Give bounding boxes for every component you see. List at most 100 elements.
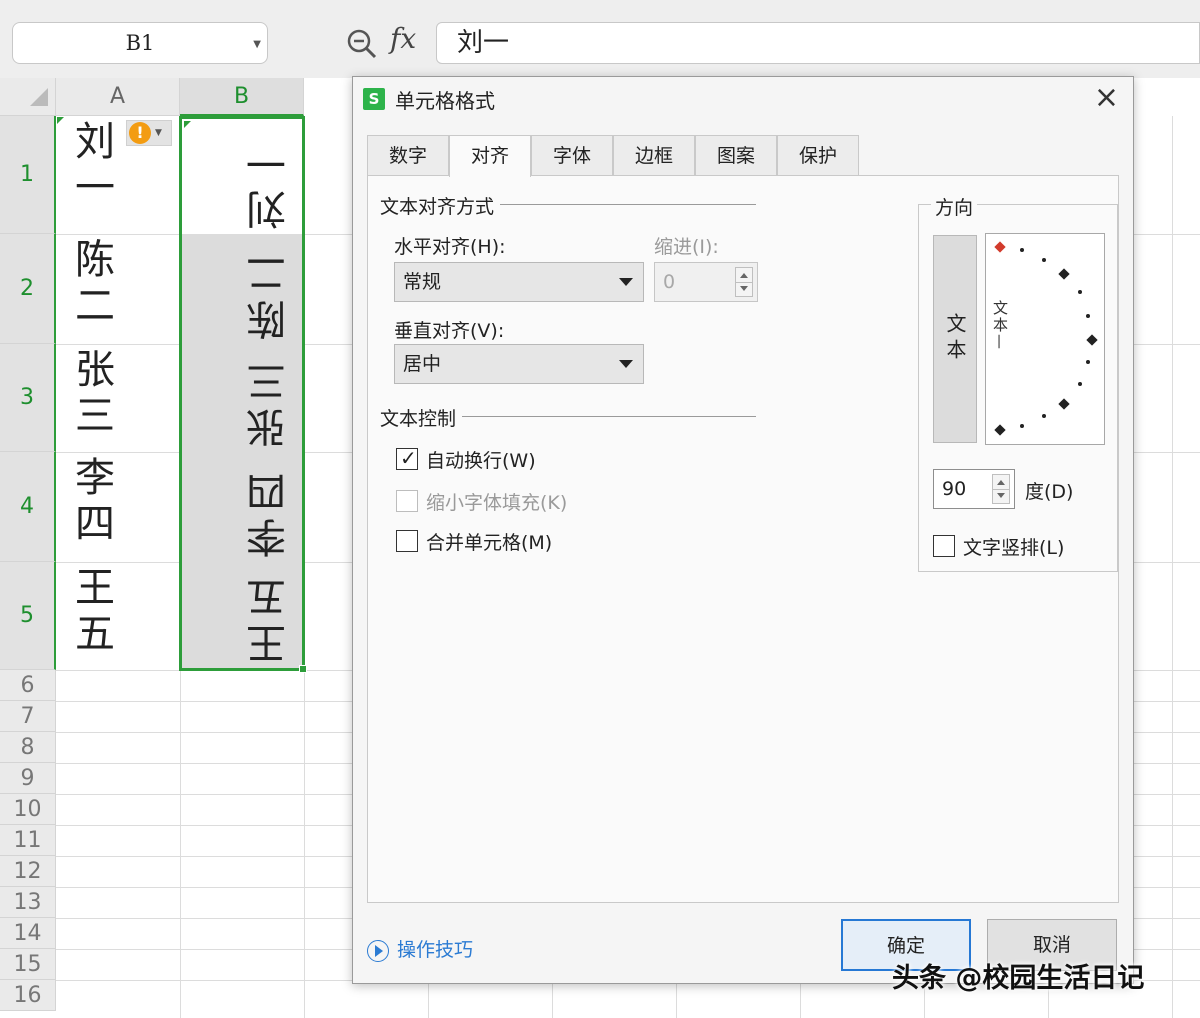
tab-alignment[interactable]: 对齐 bbox=[449, 135, 531, 177]
cell-b3[interactable]: 张三 bbox=[181, 345, 303, 452]
warning-icon: ! bbox=[129, 122, 151, 144]
row-header-2[interactable]: 2 bbox=[0, 234, 56, 344]
wrap-text-checkbox[interactable]: ✓ bbox=[396, 448, 418, 470]
tab-border[interactable]: 边框 bbox=[613, 135, 695, 175]
row-header-16[interactable]: 16 bbox=[0, 980, 56, 1011]
vertical-align-value: 居中 bbox=[403, 353, 442, 375]
warning-smart-tag[interactable]: ! ▼ bbox=[126, 120, 172, 146]
name-box-value: B1 bbox=[125, 31, 155, 55]
dial-tick bbox=[1042, 414, 1046, 418]
row-header-15[interactable]: 15 bbox=[0, 949, 56, 980]
cell-marker-icon bbox=[57, 117, 64, 124]
vertical-text-button[interactable]: 文本 bbox=[933, 235, 977, 443]
dial-tick bbox=[1078, 382, 1082, 386]
select-all-corner[interactable] bbox=[0, 78, 56, 116]
tab-number[interactable]: 数字 bbox=[367, 135, 449, 175]
alignment-panel: 文本对齐方式 水平对齐(H): 常规 缩进(I): 0 垂直对齐(V): 居中 … bbox=[367, 175, 1119, 903]
vertical-stack-label[interactable]: 文字竖排(L) bbox=[963, 533, 1064, 560]
cell-a2[interactable]: 陈二 bbox=[56, 234, 180, 344]
formula-bar: B1 ▼ fx 刘一 bbox=[0, 0, 1200, 78]
row-header-4[interactable]: 4 bbox=[0, 452, 56, 562]
cell-text: 王五 bbox=[247, 572, 293, 664]
row-header-1[interactable]: 1 bbox=[0, 116, 56, 234]
formula-input[interactable]: 刘一 bbox=[436, 22, 1200, 64]
dial-tick bbox=[1058, 268, 1070, 280]
chevron-down-icon bbox=[619, 278, 633, 286]
row-header-3[interactable]: 3 bbox=[0, 344, 56, 452]
row-header-12[interactable]: 12 bbox=[0, 856, 56, 887]
dial-tick bbox=[1020, 424, 1024, 428]
dial-tick bbox=[1020, 248, 1024, 252]
cell-a3[interactable]: 张三 bbox=[56, 344, 180, 452]
tab-pattern[interactable]: 图案 bbox=[695, 135, 777, 175]
grid-line bbox=[304, 116, 305, 1018]
spinner-arrows-icon[interactable] bbox=[992, 474, 1010, 504]
fx-icon[interactable]: fx bbox=[390, 22, 416, 55]
horizontal-align-label: 水平对齐(H): bbox=[394, 236, 506, 258]
name-box[interactable]: B1 ▼ bbox=[12, 22, 268, 64]
horizontal-align-select[interactable]: 常规 bbox=[394, 262, 644, 302]
spinner-arrows-icon[interactable] bbox=[735, 267, 753, 297]
row-header-8[interactable]: 8 bbox=[0, 732, 56, 763]
shrink-to-fit-checkbox[interactable] bbox=[396, 490, 418, 512]
format-cells-dialog: S 单元格格式 × 数字 对齐 字体 边框 图案 保护 文本对齐方式 水平对齐(… bbox=[352, 76, 1134, 984]
dial-tick bbox=[1086, 360, 1090, 364]
tips-link[interactable]: 操作技巧 bbox=[367, 935, 473, 962]
cell-text: 刘一 bbox=[247, 138, 293, 230]
orientation-title: 方向 bbox=[931, 193, 978, 220]
close-icon[interactable]: × bbox=[1094, 83, 1119, 113]
indent-label: 缩进(I): bbox=[654, 236, 719, 258]
dial-tick bbox=[1078, 290, 1082, 294]
indent-value: 0 bbox=[663, 271, 676, 293]
dialog-title: 单元格格式 bbox=[395, 89, 495, 113]
indent-spinner[interactable]: 0 bbox=[654, 262, 758, 302]
cell-text: 李四 bbox=[68, 456, 114, 548]
dial-tick bbox=[1042, 258, 1046, 262]
cell-text: 陈二 bbox=[68, 238, 114, 330]
fill-handle[interactable] bbox=[299, 665, 307, 673]
merge-cells-label[interactable]: 合并单元格(M) bbox=[426, 528, 552, 555]
degrees-spinner[interactable]: 90 bbox=[933, 469, 1015, 509]
corner-triangle-icon bbox=[30, 88, 48, 106]
dial-marker-icon[interactable] bbox=[994, 241, 1006, 253]
merge-cells-checkbox[interactable] bbox=[396, 530, 418, 552]
dial-tick bbox=[994, 424, 1006, 436]
row-header-10[interactable]: 10 bbox=[0, 794, 56, 825]
row-header-5[interactable]: 5 bbox=[0, 562, 56, 670]
cell-a4[interactable]: 李四 bbox=[56, 452, 180, 562]
dial-text: 文本— bbox=[991, 300, 1009, 351]
cell-b1[interactable]: 刘一 bbox=[181, 118, 303, 234]
cell-text: 刘一 bbox=[68, 120, 114, 212]
vertical-align-select[interactable]: 居中 bbox=[394, 344, 644, 384]
orientation-group: 方向 文本 文本— 90 度(D) 文字竖排(L) bbox=[918, 193, 1118, 572]
row-header-13[interactable]: 13 bbox=[0, 887, 56, 918]
row-header-11[interactable]: 11 bbox=[0, 825, 56, 856]
dial-tick bbox=[1086, 314, 1090, 318]
grid-line bbox=[1172, 116, 1173, 1018]
watermark: 头条 @校园生活日记 bbox=[892, 963, 1145, 994]
row-header-7[interactable]: 7 bbox=[0, 701, 56, 732]
column-header-a[interactable]: A bbox=[56, 78, 180, 116]
check-icon: ✓ bbox=[400, 446, 417, 470]
tab-protection[interactable]: 保护 bbox=[777, 135, 859, 175]
cell-a5[interactable]: 王五 bbox=[56, 562, 180, 670]
row-header-14[interactable]: 14 bbox=[0, 918, 56, 949]
dial-tick bbox=[1086, 334, 1098, 346]
orientation-dial[interactable]: 文本— bbox=[985, 233, 1105, 445]
degrees-label: 度(D) bbox=[1025, 481, 1074, 503]
column-header-b[interactable]: B bbox=[180, 78, 304, 116]
row-header-9[interactable]: 9 bbox=[0, 763, 56, 794]
cell-b4[interactable]: 李四 bbox=[181, 453, 303, 562]
vertical-stack-checkbox[interactable] bbox=[933, 535, 955, 557]
row-header-6[interactable]: 6 bbox=[0, 670, 56, 701]
zoom-icon[interactable] bbox=[346, 28, 378, 60]
app-logo-icon: S bbox=[363, 88, 385, 110]
wrap-text-label[interactable]: 自动换行(W) bbox=[426, 446, 536, 473]
dialog-title-bar[interactable]: S 单元格格式 × bbox=[353, 77, 1133, 121]
chevron-down-icon: ▼ bbox=[155, 128, 162, 138]
degrees-value: 90 bbox=[942, 478, 967, 500]
cell-b5[interactable]: 王五 bbox=[181, 563, 303, 668]
chevron-down-icon[interactable]: ▼ bbox=[253, 39, 261, 50]
cell-b2[interactable]: 陈二 bbox=[181, 235, 303, 344]
tab-font[interactable]: 字体 bbox=[531, 135, 613, 175]
